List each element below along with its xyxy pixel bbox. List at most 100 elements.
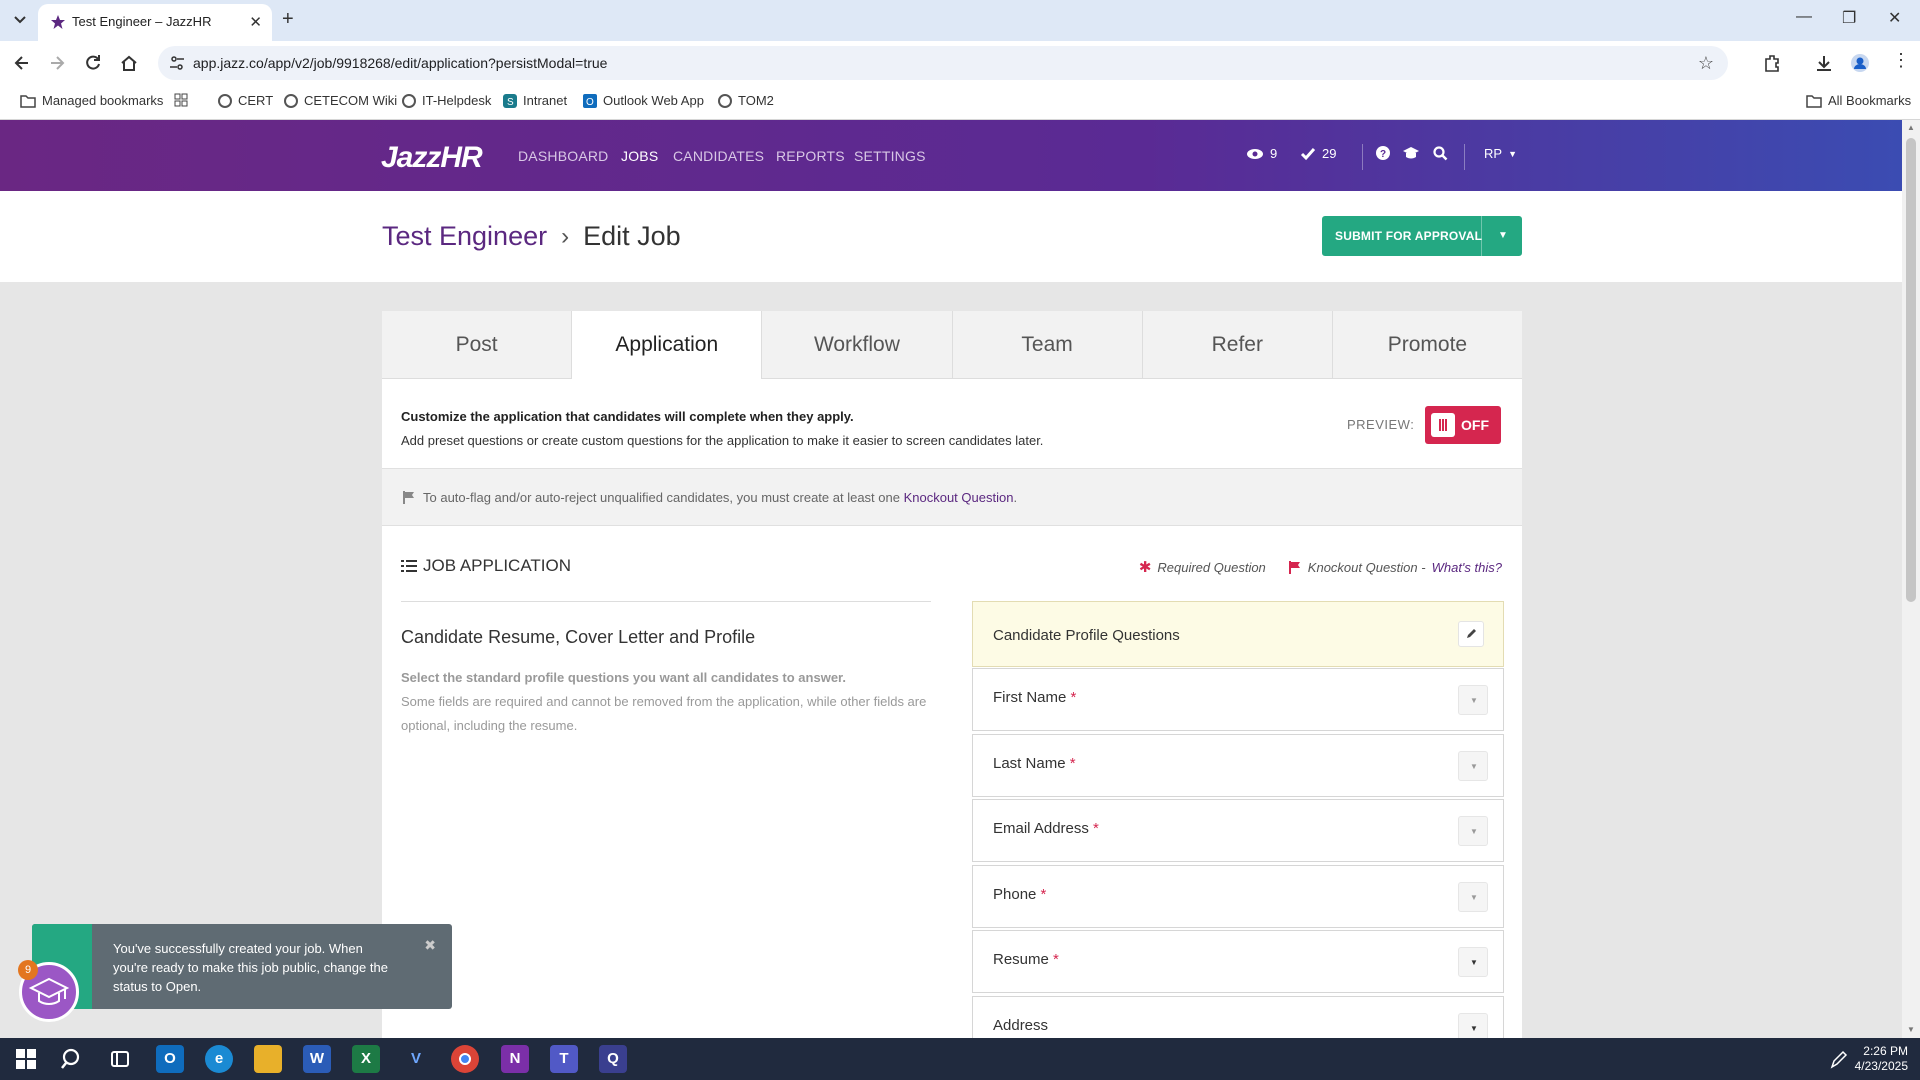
- app-icon[interactable]: Q: [599, 1045, 627, 1073]
- caret-down-icon: ▼: [1470, 696, 1478, 705]
- tasks-indicator[interactable]: 29: [1300, 146, 1336, 161]
- outlook-icon: O: [583, 93, 597, 108]
- bookmark-outlook-web-app[interactable]: O Outlook Web App: [583, 93, 704, 108]
- tab-workflow[interactable]: Workflow: [762, 311, 953, 379]
- submit-for-approval-button[interactable]: SUBMIT FOR APPROVAL ▼: [1322, 216, 1522, 256]
- file-explorer-icon[interactable]: [254, 1045, 282, 1073]
- forward-icon[interactable]: [47, 53, 67, 73]
- onenote-app-icon[interactable]: N: [501, 1045, 529, 1073]
- knockout-notice: To auto-flag and/or auto-reject unqualif…: [382, 468, 1522, 526]
- nav-reports[interactable]: REPORTS: [776, 148, 845, 164]
- excel-app-icon[interactable]: X: [352, 1045, 380, 1073]
- help-icon[interactable]: ?: [1376, 146, 1390, 160]
- v-app-icon[interactable]: V: [402, 1045, 430, 1073]
- field-last-name[interactable]: Last Name * ▼: [972, 734, 1504, 797]
- field-first-name[interactable]: First Name * ▼: [972, 668, 1504, 731]
- field-label: Resume *: [993, 951, 1059, 968]
- field-options-dropdown[interactable]: ▼: [1458, 685, 1488, 715]
- sharepoint-icon: S: [503, 93, 517, 108]
- globe-icon: [218, 93, 232, 108]
- task-view-icon[interactable]: [106, 1045, 134, 1073]
- chevron-down-icon: ▼: [1508, 148, 1517, 159]
- bookmark-it-helpdesk[interactable]: IT-Helpdesk: [402, 93, 491, 108]
- new-tab-icon[interactable]: +: [282, 8, 294, 31]
- submit-options-dropdown-icon[interactable]: ▼: [1498, 230, 1508, 241]
- scroll-up-icon[interactable]: ▲: [1907, 123, 1915, 132]
- pen-icon[interactable]: [1828, 1045, 1848, 1073]
- nav-settings[interactable]: SETTINGS: [854, 148, 926, 164]
- bookmark-cert[interactable]: CERT: [218, 93, 273, 108]
- site-info-icon[interactable]: [169, 55, 185, 71]
- page-header: Test Engineer › Edit Job SUBMIT FOR APPR…: [0, 191, 1902, 282]
- svg-text:S: S: [507, 97, 514, 108]
- home-icon[interactable]: [119, 53, 139, 73]
- outlook-app-icon[interactable]: O: [156, 1045, 184, 1073]
- minimize-icon[interactable]: —: [1796, 8, 1812, 26]
- all-bookmarks-folder[interactable]: All Bookmarks: [1806, 93, 1911, 108]
- teams-app-icon[interactable]: T: [550, 1045, 578, 1073]
- close-window-icon[interactable]: ✕: [1888, 8, 1901, 28]
- whats-this-link[interactable]: What's this?: [1432, 560, 1502, 575]
- profile-icon[interactable]: [1850, 53, 1870, 73]
- managed-bookmarks-folder[interactable]: Managed bookmarks: [20, 93, 163, 108]
- field-email-address[interactable]: Email Address * ▼: [972, 799, 1504, 862]
- preview-toggle[interactable]: OFF: [1425, 406, 1501, 444]
- profile-questions-title: Candidate Profile Questions: [993, 627, 1180, 644]
- close-icon[interactable]: ✖: [424, 937, 436, 954]
- scrollbar-thumb[interactable]: [1906, 138, 1916, 602]
- tab-refer[interactable]: Refer: [1142, 311, 1333, 379]
- field-phone[interactable]: Phone * ▼: [972, 865, 1504, 928]
- tab-promote[interactable]: Promote: [1332, 311, 1523, 379]
- section-subheading: Select the standard profile questions yo…: [401, 670, 846, 685]
- search-icon[interactable]: [58, 1045, 86, 1073]
- graduation-cap-icon[interactable]: [1402, 146, 1420, 160]
- required-asterisk-icon: ✱: [1138, 559, 1152, 576]
- field-options-dropdown[interactable]: ▼: [1458, 751, 1488, 781]
- tab-team[interactable]: Team: [952, 311, 1143, 379]
- url-text: app.jazz.co/app/v2/job/9918268/edit/appl…: [193, 55, 608, 71]
- breadcrumb-job-title[interactable]: Test Engineer: [382, 221, 547, 252]
- nav-candidates[interactable]: CANDIDATES: [673, 148, 764, 164]
- browser-tab[interactable]: Test Engineer – JazzHR ✕: [38, 4, 272, 41]
- views-indicator[interactable]: 9: [1246, 146, 1277, 161]
- extensions-icon[interactable]: [1762, 53, 1782, 73]
- user-menu[interactable]: RP ▼: [1484, 146, 1517, 161]
- chrome-app-icon[interactable]: [451, 1045, 479, 1073]
- pencil-icon[interactable]: [1458, 621, 1484, 647]
- tab-application[interactable]: Application: [572, 311, 763, 379]
- notification-badge: 9: [18, 960, 38, 980]
- field-options-dropdown[interactable]: ▼: [1458, 816, 1488, 846]
- back-icon[interactable]: [12, 53, 32, 73]
- knockout-question-link[interactable]: Knockout Question: [904, 490, 1014, 505]
- tab-post[interactable]: Post: [382, 311, 573, 379]
- edge-app-icon[interactable]: e: [205, 1045, 233, 1073]
- bookmark-cetecom-wiki[interactable]: CETECOM Wiki: [284, 93, 397, 108]
- scroll-down-icon[interactable]: ▼: [1907, 1025, 1915, 1034]
- bookmark-intranet[interactable]: S Intranet: [503, 93, 567, 108]
- field-options-dropdown[interactable]: ▼: [1458, 947, 1488, 977]
- restore-icon[interactable]: ❐: [1842, 8, 1856, 28]
- reload-icon[interactable]: [83, 53, 103, 73]
- nav-jobs[interactable]: JOBS: [621, 148, 658, 164]
- search-icon[interactable]: [1433, 146, 1448, 161]
- close-tab-icon[interactable]: ✕: [249, 13, 262, 31]
- submit-button-label: SUBMIT FOR APPROVAL: [1335, 229, 1483, 243]
- word-app-icon[interactable]: W: [303, 1045, 331, 1073]
- views-count: 9: [1270, 146, 1278, 161]
- bookmark-star-icon[interactable]: ☆: [1698, 53, 1714, 74]
- field-options-dropdown[interactable]: ▼: [1458, 882, 1488, 912]
- field-resume[interactable]: Resume * ▼: [972, 930, 1504, 993]
- knockout-notice-text: To auto-flag and/or auto-reject unqualif…: [423, 490, 1018, 505]
- bookmark-tom2[interactable]: TOM2: [718, 93, 774, 108]
- windows-start-icon[interactable]: [12, 1045, 40, 1073]
- field-label: Email Address *: [993, 820, 1099, 837]
- browser-menu-icon[interactable]: ⋮: [1892, 50, 1910, 71]
- apps-grid-icon[interactable]: [174, 93, 188, 107]
- jazzhr-logo[interactable]: JazzHR: [381, 141, 483, 175]
- nav-dashboard[interactable]: DASHBOARD: [518, 148, 608, 164]
- address-bar[interactable]: app.jazz.co/app/v2/job/9918268/edit/appl…: [158, 46, 1728, 80]
- page-scrollbar[interactable]: ▲ ▼: [1902, 120, 1920, 1038]
- downloads-icon[interactable]: [1814, 53, 1834, 73]
- system-clock[interactable]: 2:26 PM 4/23/2025: [1855, 1044, 1908, 1074]
- tab-search-chevron-icon[interactable]: [9, 8, 31, 30]
